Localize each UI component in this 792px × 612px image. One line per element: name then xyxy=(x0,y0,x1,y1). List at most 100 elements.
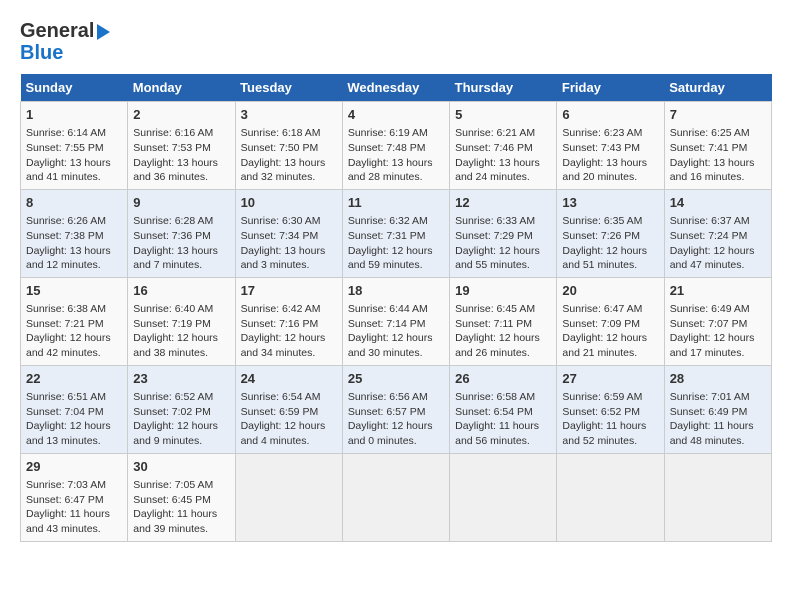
day-number: 1 xyxy=(26,106,122,124)
calendar-cell: 8 Sunrise: 6:26 AMSunset: 7:38 PMDaylight… xyxy=(21,189,128,277)
calendar-cell: 30Sunrise: 7:05 AMSunset: 6:45 PMDayligh… xyxy=(128,453,235,541)
day-number: 7 xyxy=(670,106,766,124)
day-info: Sunrise: 6:33 AMSunset: 7:29 PMDaylight:… xyxy=(455,214,551,273)
day-number: 20 xyxy=(562,282,658,300)
day-info: Sunrise: 6:54 AMSunset: 6:59 PMDaylight:… xyxy=(241,390,337,449)
calendar-cell: 1 Sunrise: 6:14 AMSunset: 7:55 PMDaylight… xyxy=(21,102,128,190)
day-number: 4 xyxy=(348,106,444,124)
logo: General Blue xyxy=(20,20,110,64)
calendar-cell xyxy=(235,453,342,541)
calendar-week-row: 15Sunrise: 6:38 AMSunset: 7:21 PMDayligh… xyxy=(21,277,772,365)
day-number: 19 xyxy=(455,282,551,300)
day-info: Sunrise: 7:03 AMSunset: 6:47 PMDaylight:… xyxy=(26,478,122,537)
day-info: Sunrise: 6:42 AMSunset: 7:16 PMDaylight:… xyxy=(241,302,337,361)
calendar-cell: 20 Sunrise: 6:47 AMSunset: 7:09 PMDayligh… xyxy=(557,277,664,365)
day-info: Sunrise: 6:30 AMSunset: 7:34 PMDaylight:… xyxy=(241,214,337,273)
day-number: 27 xyxy=(562,370,658,388)
calendar-cell: 13 Sunrise: 6:35 AMSunset: 7:26 PMDayligh… xyxy=(557,189,664,277)
day-info: Sunrise: 6:26 AMSunset: 7:38 PMDaylight:… xyxy=(26,214,122,273)
day-info: Sunrise: 6:35 AMSunset: 7:26 PMDaylight:… xyxy=(562,214,658,273)
calendar-cell: 15Sunrise: 6:38 AMSunset: 7:21 PMDayligh… xyxy=(21,277,128,365)
day-number: 6 xyxy=(562,106,658,124)
calendar-cell: 5 Sunrise: 6:21 AMSunset: 7:46 PMDaylight… xyxy=(450,102,557,190)
day-number: 14 xyxy=(670,194,766,212)
day-info: Sunrise: 6:44 AMSunset: 7:14 PMDaylight:… xyxy=(348,302,444,361)
day-number: 12 xyxy=(455,194,551,212)
day-number: 8 xyxy=(26,194,122,212)
day-number: 23 xyxy=(133,370,229,388)
calendar-cell: 25 Sunrise: 6:56 AMSunset: 6:57 PMDayligh… xyxy=(342,365,449,453)
calendar-cell: 24 Sunrise: 6:54 AMSunset: 6:59 PMDayligh… xyxy=(235,365,342,453)
weekday-header-wednesday: Wednesday xyxy=(342,74,449,102)
day-info: Sunrise: 6:14 AMSunset: 7:55 PMDaylight:… xyxy=(26,126,122,185)
day-number: 21 xyxy=(670,282,766,300)
calendar-cell: 2 Sunrise: 6:16 AMSunset: 7:53 PMDaylight… xyxy=(128,102,235,190)
calendar-cell: 3 Sunrise: 6:18 AMSunset: 7:50 PMDaylight… xyxy=(235,102,342,190)
calendar-cell: 22Sunrise: 6:51 AMSunset: 7:04 PMDayligh… xyxy=(21,365,128,453)
calendar-cell: 4 Sunrise: 6:19 AMSunset: 7:48 PMDaylight… xyxy=(342,102,449,190)
day-info: Sunrise: 6:19 AMSunset: 7:48 PMDaylight:… xyxy=(348,126,444,185)
calendar-cell xyxy=(664,453,771,541)
calendar-cell: 19 Sunrise: 6:45 AMSunset: 7:11 PMDayligh… xyxy=(450,277,557,365)
calendar-cell: 11 Sunrise: 6:32 AMSunset: 7:31 PMDayligh… xyxy=(342,189,449,277)
day-info: Sunrise: 6:16 AMSunset: 7:53 PMDaylight:… xyxy=(133,126,229,185)
calendar-cell xyxy=(342,453,449,541)
day-number: 15 xyxy=(26,282,122,300)
day-number: 3 xyxy=(241,106,337,124)
day-number: 26 xyxy=(455,370,551,388)
weekday-header-thursday: Thursday xyxy=(450,74,557,102)
logo-text: General Blue xyxy=(20,20,110,64)
calendar-week-row: 22Sunrise: 6:51 AMSunset: 7:04 PMDayligh… xyxy=(21,365,772,453)
calendar-cell: 21Sunrise: 6:49 AMSunset: 7:07 PMDayligh… xyxy=(664,277,771,365)
day-number: 24 xyxy=(241,370,337,388)
calendar-cell xyxy=(450,453,557,541)
weekday-header-sunday: Sunday xyxy=(21,74,128,102)
calendar-cell: 17 Sunrise: 6:42 AMSunset: 7:16 PMDayligh… xyxy=(235,277,342,365)
calendar-cell xyxy=(557,453,664,541)
calendar-week-row: 29 Sunrise: 7:03 AMSunset: 6:47 PMDayligh… xyxy=(21,453,772,541)
day-info: Sunrise: 6:56 AMSunset: 6:57 PMDaylight:… xyxy=(348,390,444,449)
calendar-cell: 6 Sunrise: 6:23 AMSunset: 7:43 PMDaylight… xyxy=(557,102,664,190)
weekday-header-saturday: Saturday xyxy=(664,74,771,102)
calendar-cell: 28 Sunrise: 7:01 AMSunset: 6:49 PMDayligh… xyxy=(664,365,771,453)
calendar-cell: 16 Sunrise: 6:40 AMSunset: 7:19 PMDayligh… xyxy=(128,277,235,365)
day-number: 10 xyxy=(241,194,337,212)
day-info: Sunrise: 6:58 AMSunset: 6:54 PMDaylight:… xyxy=(455,390,551,449)
calendar-table: SundayMondayTuesdayWednesdayThursdayFrid… xyxy=(20,74,772,542)
day-info: Sunrise: 6:40 AMSunset: 7:19 PMDaylight:… xyxy=(133,302,229,361)
calendar-cell: 26 Sunrise: 6:58 AMSunset: 6:54 PMDayligh… xyxy=(450,365,557,453)
day-number: 11 xyxy=(348,194,444,212)
day-info: Sunrise: 6:45 AMSunset: 7:11 PMDaylight:… xyxy=(455,302,551,361)
day-number: 16 xyxy=(133,282,229,300)
header: General Blue xyxy=(20,20,772,64)
calendar-cell: 18Sunrise: 6:44 AMSunset: 7:14 PMDayligh… xyxy=(342,277,449,365)
calendar-cell: 23 Sunrise: 6:52 AMSunset: 7:02 PMDayligh… xyxy=(128,365,235,453)
weekday-header-monday: Monday xyxy=(128,74,235,102)
day-number: 17 xyxy=(241,282,337,300)
weekday-header-friday: Friday xyxy=(557,74,664,102)
day-number: 25 xyxy=(348,370,444,388)
day-info: Sunrise: 7:01 AMSunset: 6:49 PMDaylight:… xyxy=(670,390,766,449)
day-info: Sunrise: 6:47 AMSunset: 7:09 PMDaylight:… xyxy=(562,302,658,361)
calendar-cell: 10 Sunrise: 6:30 AMSunset: 7:34 PMDayligh… xyxy=(235,189,342,277)
day-number: 13 xyxy=(562,194,658,212)
day-info: Sunrise: 6:18 AMSunset: 7:50 PMDaylight:… xyxy=(241,126,337,185)
weekday-header-row: SundayMondayTuesdayWednesdayThursdayFrid… xyxy=(21,74,772,102)
calendar-cell: 14 Sunrise: 6:37 AMSunset: 7:24 PMDayligh… xyxy=(664,189,771,277)
calendar-cell: 27Sunrise: 6:59 AMSunset: 6:52 PMDayligh… xyxy=(557,365,664,453)
day-info: Sunrise: 6:28 AMSunset: 7:36 PMDaylight:… xyxy=(133,214,229,273)
day-info: Sunrise: 6:21 AMSunset: 7:46 PMDaylight:… xyxy=(455,126,551,185)
day-info: Sunrise: 6:23 AMSunset: 7:43 PMDaylight:… xyxy=(562,126,658,185)
day-number: 5 xyxy=(455,106,551,124)
calendar-cell: 12 Sunrise: 6:33 AMSunset: 7:29 PMDayligh… xyxy=(450,189,557,277)
day-number: 29 xyxy=(26,458,122,476)
day-info: Sunrise: 6:51 AMSunset: 7:04 PMDaylight:… xyxy=(26,390,122,449)
calendar-week-row: 1 Sunrise: 6:14 AMSunset: 7:55 PMDaylight… xyxy=(21,102,772,190)
day-info: Sunrise: 6:32 AMSunset: 7:31 PMDaylight:… xyxy=(348,214,444,273)
day-info: Sunrise: 7:05 AMSunset: 6:45 PMDaylight:… xyxy=(133,478,229,537)
day-info: Sunrise: 6:52 AMSunset: 7:02 PMDaylight:… xyxy=(133,390,229,449)
day-info: Sunrise: 6:37 AMSunset: 7:24 PMDaylight:… xyxy=(670,214,766,273)
calendar-cell: 29 Sunrise: 7:03 AMSunset: 6:47 PMDayligh… xyxy=(21,453,128,541)
day-number: 2 xyxy=(133,106,229,124)
day-number: 28 xyxy=(670,370,766,388)
